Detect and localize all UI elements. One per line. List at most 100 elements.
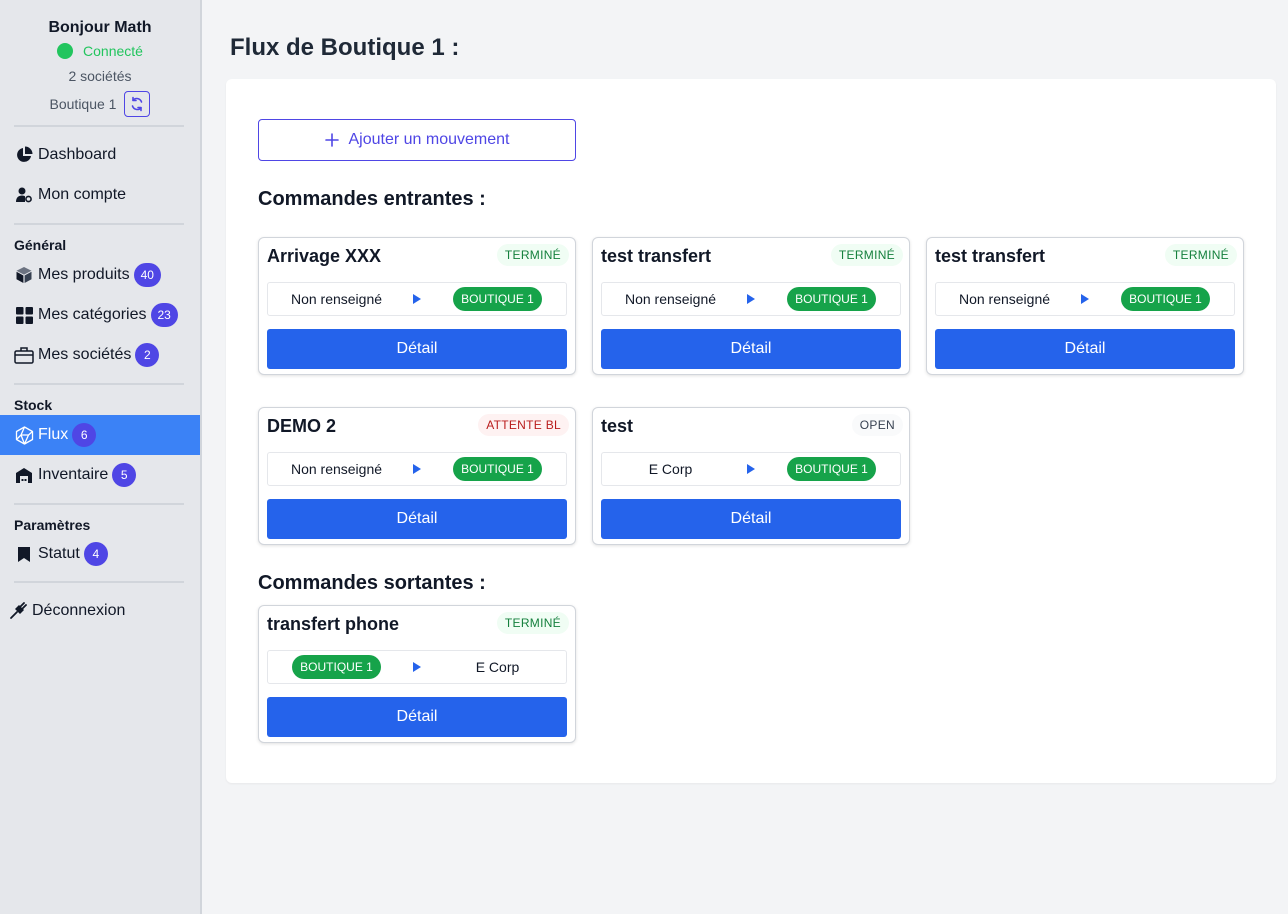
- route-from-label: Non renseigné: [624, 291, 717, 307]
- sidebar-item-label: Statut: [38, 545, 80, 562]
- categories-count-badge: 23: [150, 303, 178, 327]
- sidebar-divider: [14, 125, 184, 127]
- shop-pill: BOUTIQUE 1: [787, 457, 876, 481]
- shop-pill: BOUTIQUE 1: [453, 457, 542, 481]
- sidebar-item-inventory[interactable]: Inventaire 5: [0, 455, 200, 495]
- sidebar-divider: [14, 383, 184, 385]
- status-count-badge: 4: [83, 542, 108, 566]
- route-from-label: Non renseigné: [290, 291, 383, 307]
- order-title: test transfert: [935, 246, 1046, 266]
- sidebar-item-label: Dashboard: [38, 146, 117, 163]
- play-arrow-icon: [405, 294, 429, 304]
- add-movement-button[interactable]: Ajouter un mouvement: [258, 119, 576, 161]
- route-from-label: Non renseigné: [958, 291, 1051, 307]
- section-label-settings: Paramètres: [14, 517, 91, 533]
- route-to: BOUTIQUE 1: [763, 457, 900, 481]
- play-arrow-icon: [405, 662, 429, 672]
- order-title: Arrivage XXX: [267, 246, 382, 266]
- current-shop-label: Boutique 1: [49, 96, 117, 112]
- sidebar-divider: [14, 503, 184, 505]
- sidebar-item-label: Inventaire: [38, 466, 109, 483]
- polyhedron-icon: [14, 425, 34, 445]
- play-arrow-icon: [739, 294, 763, 304]
- switch-shop-button[interactable]: [124, 91, 151, 117]
- incoming-orders-title: Commandes entrantes :: [258, 188, 486, 210]
- order-route: E Corp BOUTIQUE 1: [601, 452, 901, 486]
- shop-pill: BOUTIQUE 1: [787, 287, 876, 311]
- sidebar-divider: [14, 223, 184, 225]
- cube-icon: [14, 265, 34, 285]
- order-title: test: [601, 416, 634, 436]
- companies-count: 2 sociétés: [68, 68, 132, 84]
- sidebar-item-flux[interactable]: Flux 6: [0, 415, 200, 455]
- sidebar-item-account[interactable]: Mon compte: [0, 175, 200, 215]
- order-card: test transfert TERMINÉ Non renseigné BOU…: [926, 237, 1244, 375]
- order-card: test transfert TERMINÉ Non renseigné BOU…: [592, 237, 910, 375]
- logout-button[interactable]: Déconnexion: [0, 591, 200, 631]
- sidebar-item-companies[interactable]: Mes sociétés 2: [0, 335, 200, 375]
- order-title: test transfert: [601, 246, 712, 266]
- status-badge: TERMINÉ: [496, 244, 569, 266]
- shop-pill: BOUTIQUE 1: [453, 287, 542, 311]
- sidebar-item-products[interactable]: Mes produits 40: [0, 255, 200, 295]
- route-from-label: E Corp: [648, 461, 693, 477]
- online-dot-icon: [57, 43, 74, 59]
- status-badge: TERMINÉ: [496, 612, 569, 634]
- current-shop: Boutique 1: [0, 91, 200, 117]
- companies-count-badge: 2: [135, 343, 160, 367]
- order-route: Non renseigné BOUTIQUE 1: [601, 282, 901, 316]
- order-route: Non renseigné BOUTIQUE 1: [935, 282, 1235, 316]
- order-card: transfert phone TERMINÉ BOUTIQUE 1 E Cor…: [258, 605, 576, 743]
- sidebar-item-dashboard[interactable]: Dashboard: [0, 135, 200, 175]
- route-from-label: Non renseigné: [290, 461, 383, 477]
- status-badge: ATTENTE BL: [478, 414, 569, 436]
- route-to: BOUTIQUE 1: [763, 287, 900, 311]
- detail-button[interactable]: Détail: [601, 329, 901, 369]
- detail-button[interactable]: Détail: [267, 329, 567, 369]
- flux-count-badge: 6: [72, 423, 97, 447]
- sidebar-item-label: Mes produits: [38, 266, 130, 283]
- sidebar-item-label: Mes catégories: [38, 306, 147, 323]
- user-greeting: Bonjour Math: [48, 19, 152, 36]
- order-title: transfert phone: [267, 614, 400, 634]
- pie-chart-icon: [14, 145, 34, 165]
- plus-icon: [324, 133, 339, 147]
- add-movement-label: Ajouter un mouvement: [348, 131, 510, 148]
- order-title: DEMO 2: [267, 416, 337, 436]
- sidebar-item-categories[interactable]: Mes catégories 23: [0, 295, 200, 335]
- order-card: DEMO 2 ATTENTE BL Non renseigné BOUTIQUE…: [258, 407, 576, 545]
- status-badge: TERMINÉ: [1164, 244, 1237, 266]
- section-label-general: Général: [14, 237, 67, 253]
- inventory-count-badge: 5: [112, 463, 137, 487]
- route-from: Non renseigné: [602, 291, 739, 307]
- detail-button[interactable]: Détail: [601, 499, 901, 539]
- shop-pill: BOUTIQUE 1: [1121, 287, 1210, 311]
- route-to: BOUTIQUE 1: [429, 457, 566, 481]
- flux-panel: Ajouter un mouvement Commandes entrantes…: [226, 79, 1276, 783]
- order-route: Non renseigné BOUTIQUE 1: [267, 282, 567, 316]
- section-label-stock: Stock: [14, 397, 53, 413]
- route-to: BOUTIQUE 1: [1097, 287, 1234, 311]
- grid-icon: [14, 305, 34, 325]
- plug-icon: [8, 601, 28, 621]
- user-gear-icon: [14, 185, 34, 205]
- route-from: BOUTIQUE 1: [268, 655, 405, 679]
- warehouse-icon: [14, 465, 34, 485]
- outgoing-orders-title: Commandes sortantes :: [258, 572, 486, 594]
- detail-button[interactable]: Détail: [267, 697, 567, 737]
- connection-status-label: Connecté: [83, 43, 143, 59]
- detail-button[interactable]: Détail: [267, 499, 567, 539]
- play-arrow-icon: [739, 464, 763, 474]
- sidebar-item-status[interactable]: Statut 4: [0, 535, 200, 573]
- connection-status: Connecté: [0, 41, 200, 61]
- route-from: Non renseigné: [268, 461, 405, 477]
- route-from: E Corp: [602, 461, 739, 477]
- detail-button[interactable]: Détail: [935, 329, 1235, 369]
- sidebar-divider: [14, 581, 184, 583]
- page-title: Flux de Boutique 1 :: [230, 34, 460, 61]
- route-to: BOUTIQUE 1: [429, 287, 566, 311]
- refresh-icon: [132, 96, 143, 112]
- user-block: Bonjour Math Connecté 2 sociétés Boutiqu…: [0, 0, 200, 117]
- order-route: BOUTIQUE 1 E Corp: [267, 650, 567, 684]
- logout-label: Déconnexion: [32, 602, 126, 619]
